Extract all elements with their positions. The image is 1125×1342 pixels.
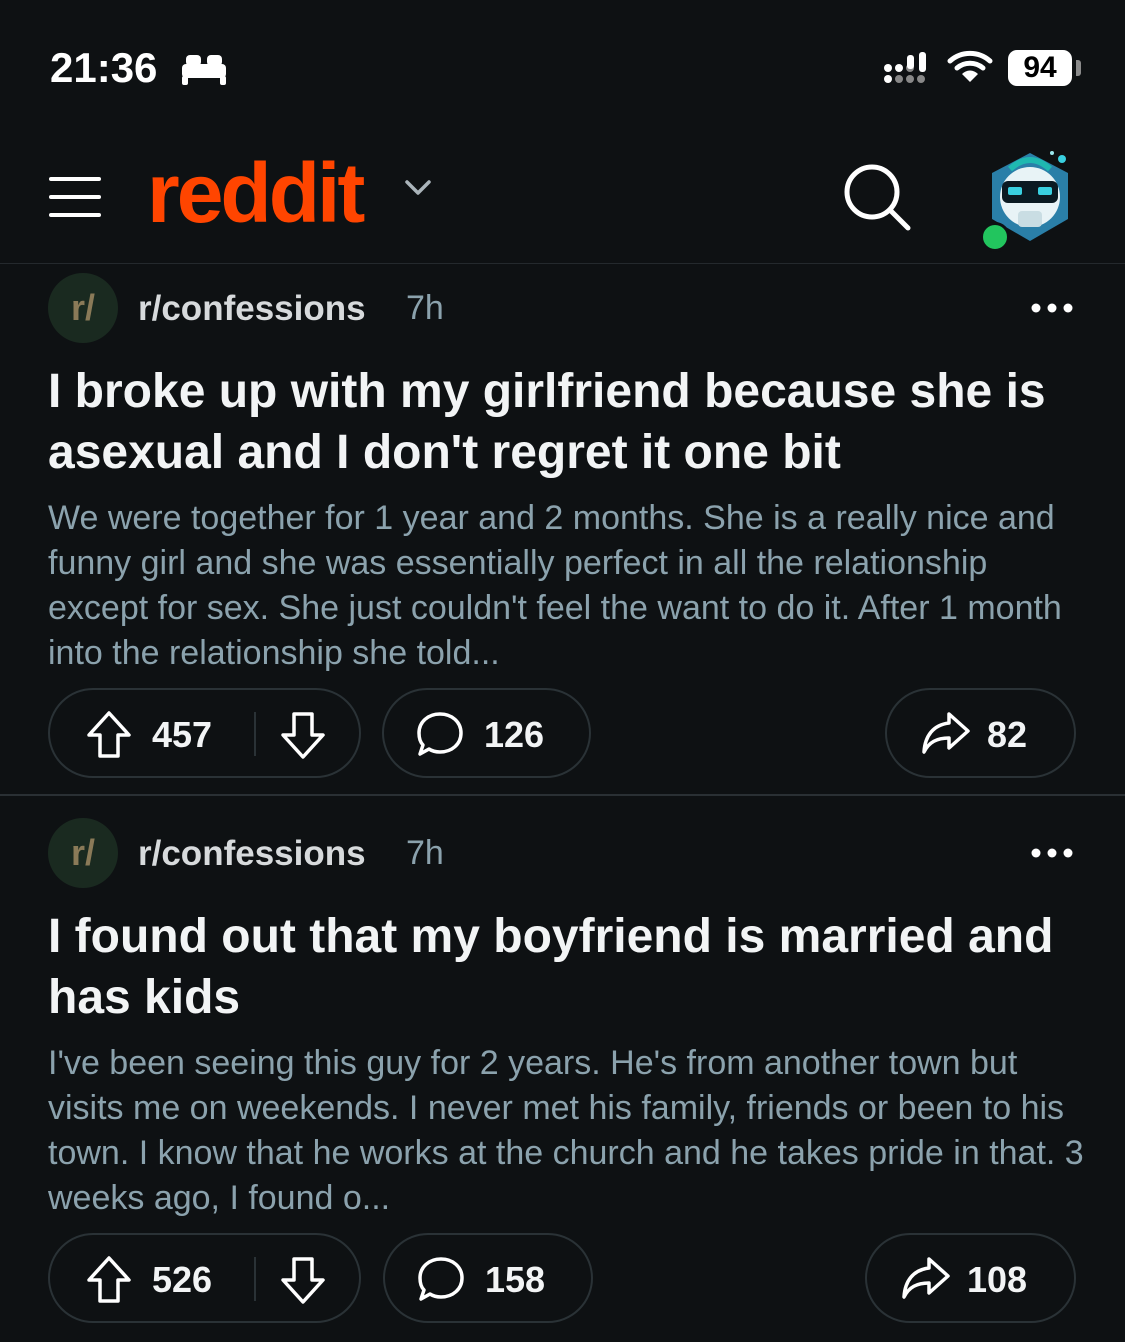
comments-button[interactable]: 158 [383, 1233, 593, 1323]
battery-tip [1076, 60, 1081, 76]
post-body[interactable]: I've been seeing this guy for 2 years. H… [48, 1041, 1088, 1221]
vote-bar: 526 [48, 1233, 361, 1323]
comments-button[interactable]: 126 [382, 688, 591, 778]
comment-icon [418, 1257, 464, 1301]
share-button[interactable]: 108 [865, 1233, 1076, 1323]
upvote-icon[interactable] [86, 710, 132, 760]
menu-icon[interactable] [48, 175, 102, 219]
post-body[interactable]: We were together for 1 year and 2 months… [48, 496, 1088, 676]
status-time: 21:36 [50, 44, 158, 91]
share-count: 108 [967, 1259, 1028, 1300]
subreddit-name[interactable]: r/confessions [138, 834, 366, 874]
post-age: 7h [406, 834, 444, 872]
app-header: reddit [0, 130, 1125, 264]
vote-divider [254, 712, 256, 756]
subreddit-name[interactable]: r/confessions [138, 289, 366, 329]
comment-count: 158 [485, 1259, 546, 1300]
signal-icon [884, 52, 926, 83]
vote-bar: 457 [48, 688, 361, 778]
subreddit-avatar[interactable]: r/ [48, 818, 118, 888]
battery-indicator: 94 [1008, 50, 1072, 86]
reddit-logo[interactable]: reddit [147, 145, 365, 242]
status-bar: 21:36 94 [0, 0, 1125, 130]
share-count: 82 [987, 714, 1028, 755]
post-card[interactable]: r/ r/confessions 7h I found out that my … [0, 796, 1125, 1342]
vote-divider [254, 1257, 256, 1301]
comment-icon [417, 712, 463, 756]
wifi-icon [947, 50, 993, 82]
post-title[interactable]: I broke up with my girlfriend because sh… [48, 361, 1088, 483]
share-icon [902, 1257, 950, 1299]
upvote-icon[interactable] [86, 1255, 132, 1305]
chevron-down-icon[interactable] [403, 178, 433, 198]
more-icon[interactable] [1030, 847, 1074, 859]
online-status-dot [980, 222, 1010, 252]
vote-count: 457 [152, 714, 213, 755]
share-button[interactable]: 82 [885, 688, 1076, 778]
comment-count: 126 [484, 714, 545, 755]
search-icon[interactable] [840, 160, 912, 232]
bed-icon [182, 55, 226, 85]
post-card[interactable]: r/ r/confessions 7h I broke up with my g… [0, 264, 1125, 796]
post-title[interactable]: I found out that my boyfriend is married… [48, 906, 1088, 1028]
more-icon[interactable] [1030, 302, 1074, 314]
downvote-icon[interactable] [280, 1255, 326, 1305]
post-age: 7h [406, 289, 444, 327]
vote-count: 526 [152, 1259, 213, 1300]
share-icon [922, 712, 970, 754]
downvote-icon[interactable] [280, 710, 326, 760]
subreddit-avatar[interactable]: r/ [48, 273, 118, 343]
